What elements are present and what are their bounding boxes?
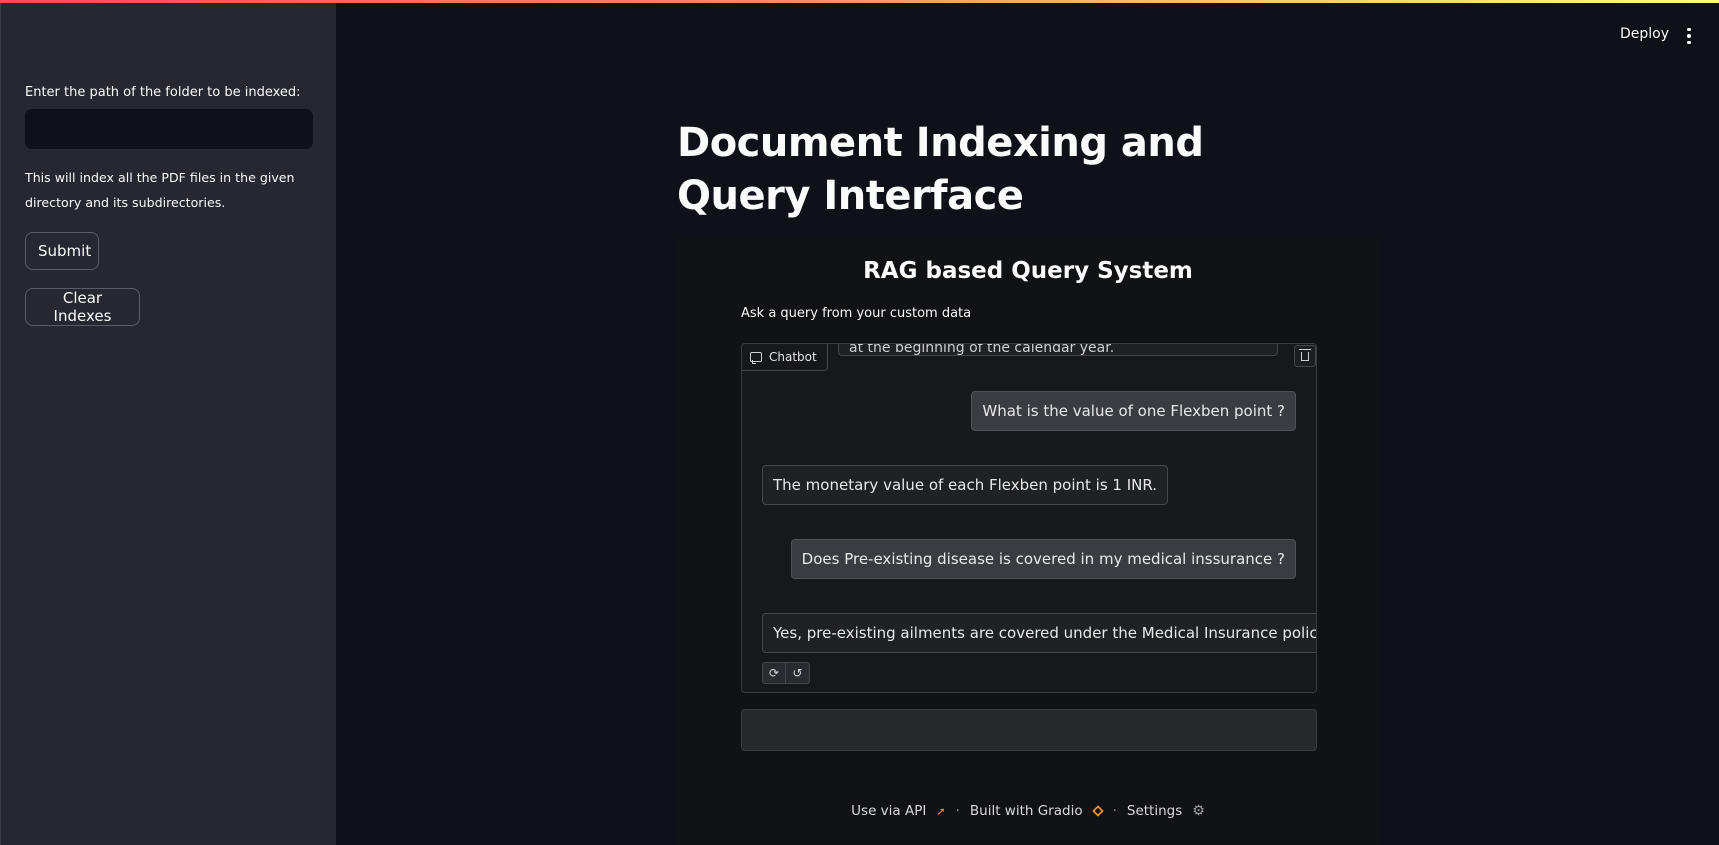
clear-chat-button[interactable] <box>1294 345 1316 367</box>
folder-path-label: Enter the path of the folder to be index… <box>25 85 301 100</box>
chat-message-bot: Yes, pre-existing ailments are covered u… <box>762 613 1316 653</box>
chat-message-user: Does Pre-existing disease is covered in … <box>790 539 1296 579</box>
gradio-app: RAG based Query System Ask a query from … <box>677 238 1379 845</box>
chat-icon <box>750 352 762 364</box>
chat-actions: ⟳ ↺ <box>762 662 810 684</box>
footer-separator: · <box>1112 803 1117 819</box>
chat-message-partial: at the beginning of the calendar year. <box>838 344 1278 356</box>
chatbot-panel[interactable]: at the beginning of the calendar year. C… <box>741 343 1317 693</box>
rocket-icon: ➚ <box>936 804 946 818</box>
gear-icon: ⚙ <box>1192 803 1205 819</box>
folder-path-input[interactable] <box>25 109 313 149</box>
page-title: Document Indexing and Query Interface <box>677 120 1204 219</box>
trash-icon <box>1299 348 1311 361</box>
footer-separator: · <box>955 803 960 819</box>
gradio-subtitle: Ask a query from your custom data <box>741 306 972 321</box>
retry-icon[interactable]: ⟳ <box>762 662 786 684</box>
undo-icon[interactable]: ↺ <box>786 662 810 684</box>
chatbot-label-text: Chatbot <box>769 350 817 364</box>
gradio-logo-icon <box>1091 805 1104 817</box>
deploy-button[interactable]: Deploy <box>1620 26 1669 42</box>
more-options-icon[interactable] <box>1683 24 1695 48</box>
sidebar: Enter the path of the folder to be index… <box>0 3 336 845</box>
chat-message-user: What is the value of one Flexben point ? <box>971 391 1296 431</box>
use-via-api-link[interactable]: Use via API <box>851 803 926 819</box>
query-input[interactable] <box>741 709 1317 751</box>
submit-button[interactable]: Submit <box>25 232 99 270</box>
gradio-title: RAG based Query System <box>863 258 1193 284</box>
clear-indexes-button[interactable]: Clear Indexes <box>25 288 140 326</box>
built-with-gradio-link[interactable]: Built with Gradio <box>970 803 1083 819</box>
chat-message-bot: The monetary value of each Flexben point… <box>762 465 1169 505</box>
chatbot-label: Chatbot <box>742 344 828 371</box>
folder-help-text: This will index all the PDF files in the… <box>25 170 295 210</box>
settings-link[interactable]: Settings <box>1127 803 1182 819</box>
gradio-footer: Use via API ➚ · Built with Gradio · Sett… <box>677 803 1379 819</box>
